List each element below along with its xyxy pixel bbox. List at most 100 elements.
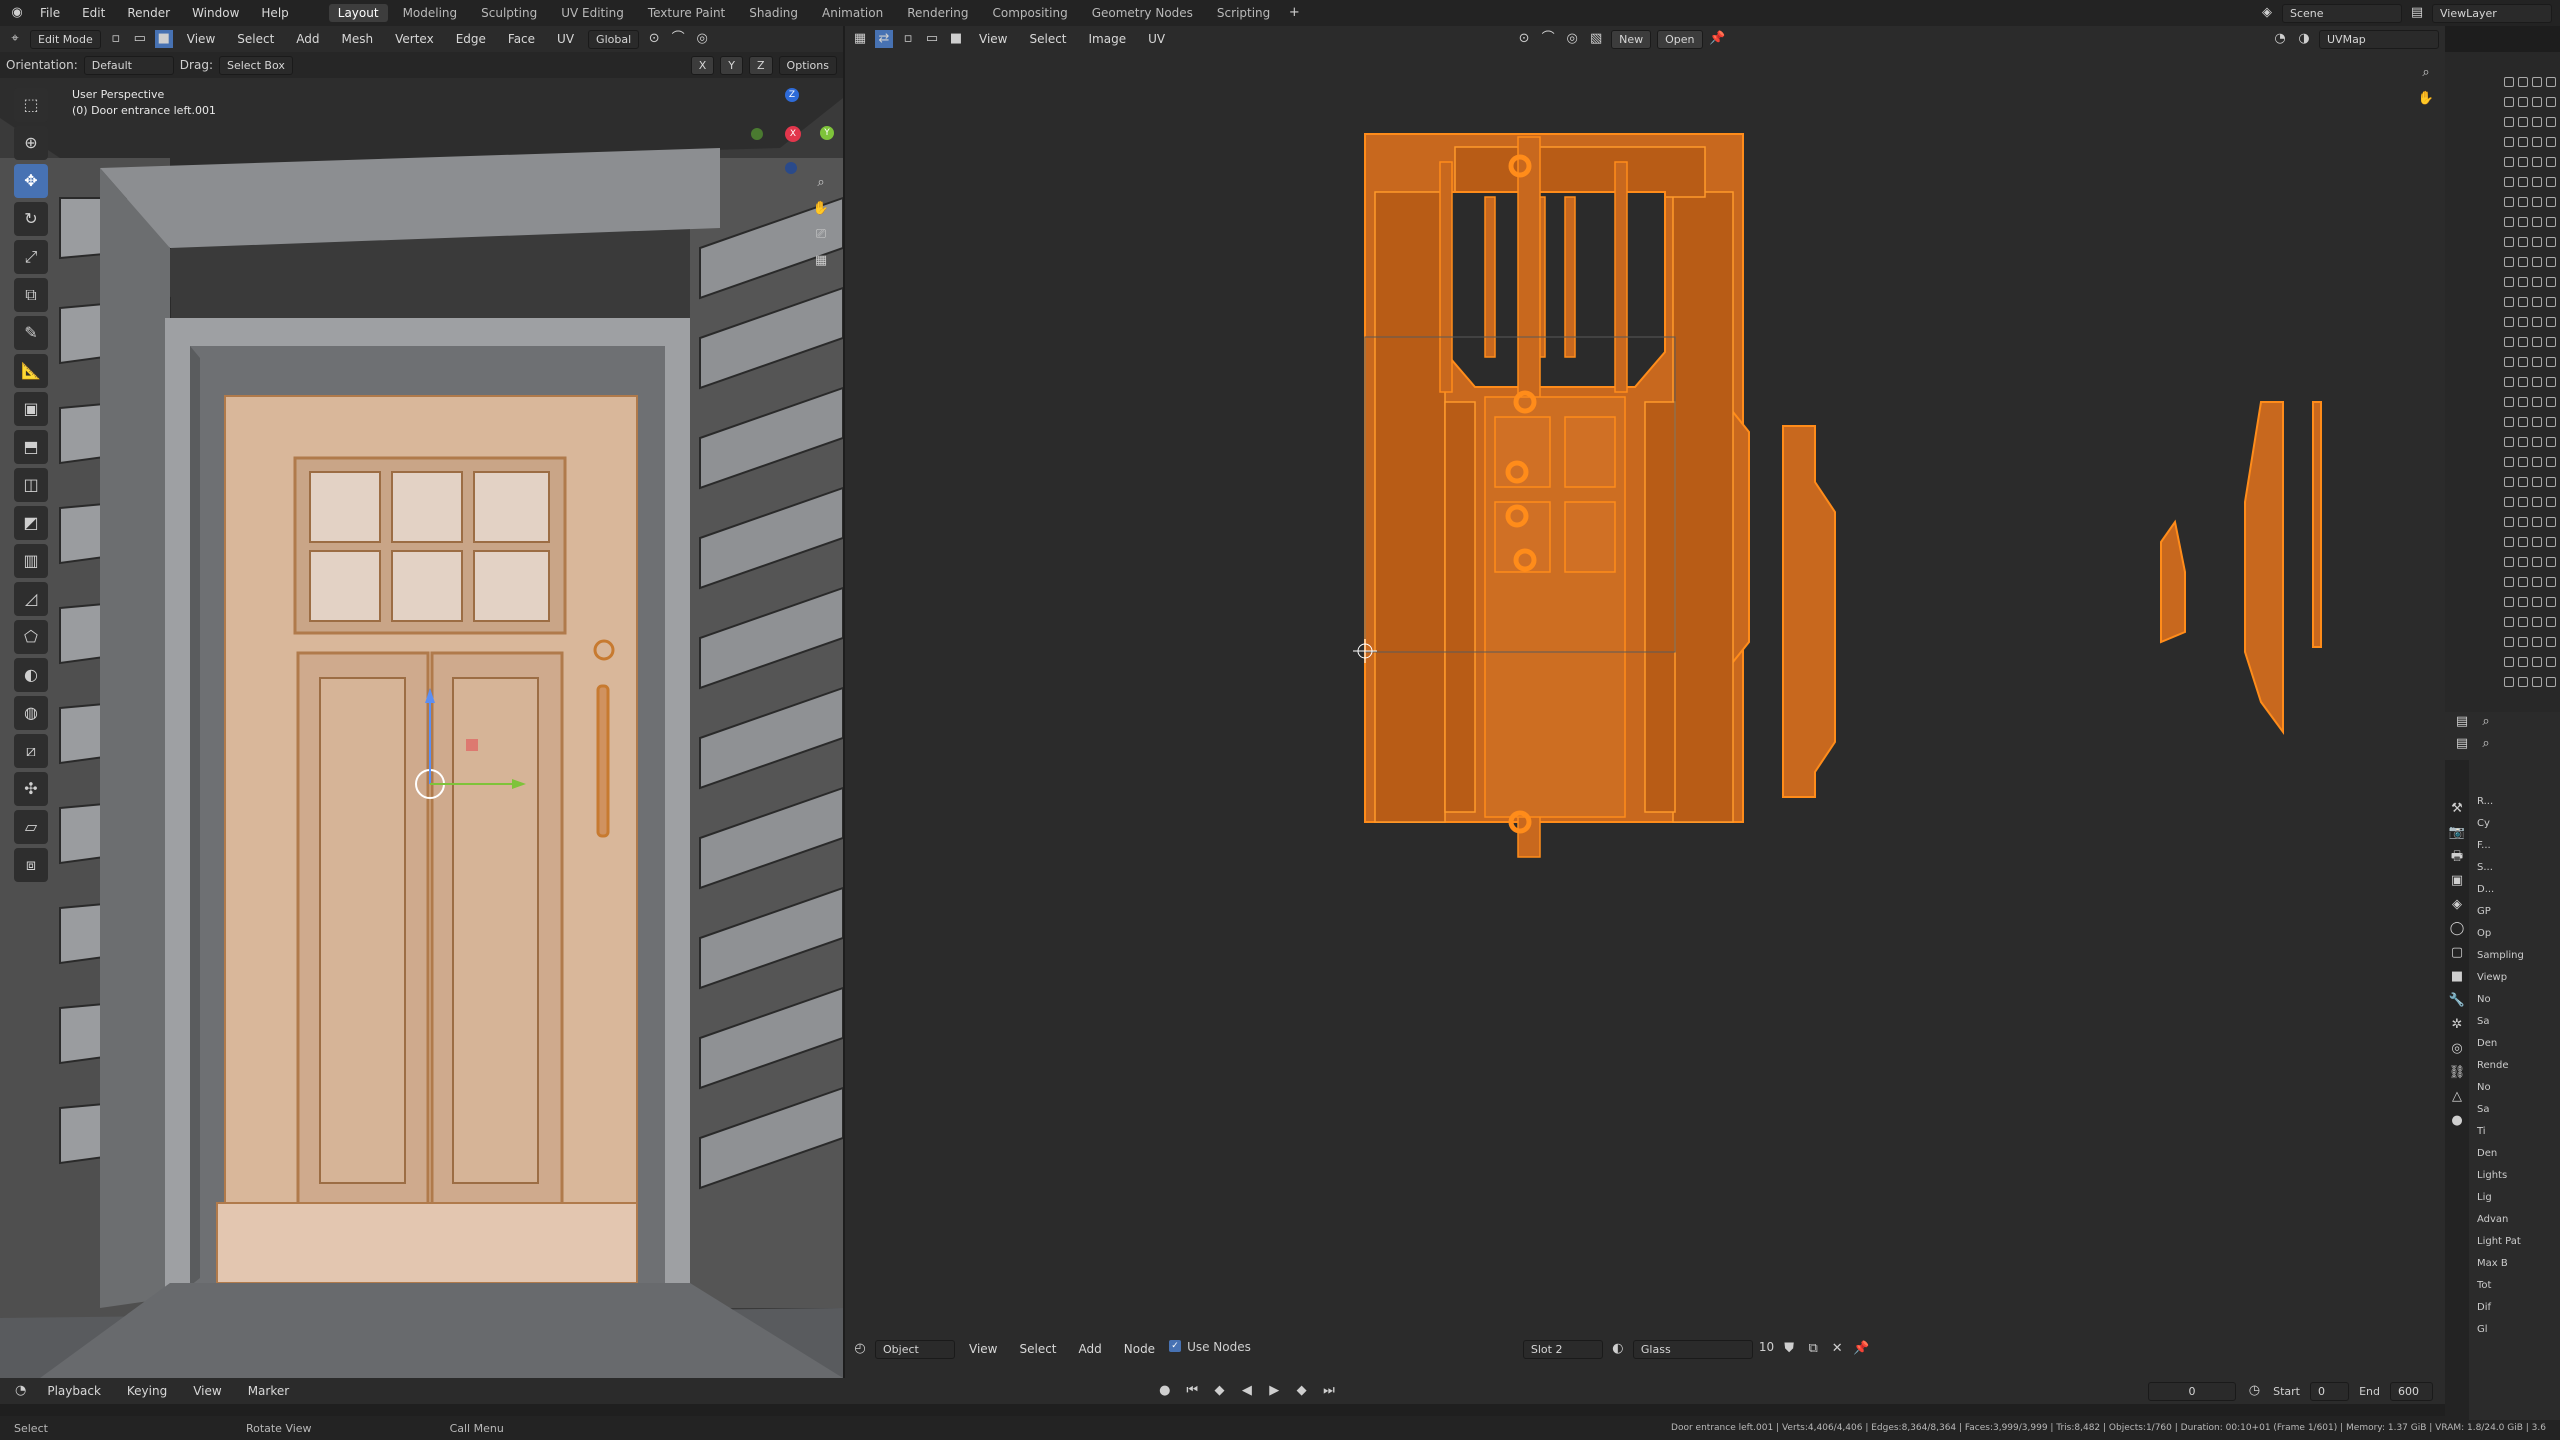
timeline-menu-view[interactable]: View	[185, 1382, 229, 1400]
checkbox-icon[interactable]	[2504, 397, 2514, 407]
checkbox-icon[interactable]	[2504, 177, 2514, 187]
particles-tab-icon[interactable]: ✲	[2448, 1016, 2466, 1034]
tab-layout[interactable]: Layout	[328, 4, 388, 22]
physics-tab-icon[interactable]: ◎	[2448, 1040, 2466, 1058]
checkbox-icon[interactable]	[2504, 277, 2514, 287]
select-arrow-icon[interactable]	[2518, 197, 2528, 207]
uv-pivot-icon[interactable]: ⊙	[1515, 30, 1533, 48]
outliner[interactable]	[2445, 52, 2560, 712]
outliner-row[interactable]	[2445, 432, 2560, 452]
checkbox-icon[interactable]	[2504, 357, 2514, 367]
camera-icon[interactable]	[2546, 477, 2556, 487]
property-row[interactable]: Tot	[2471, 1274, 2560, 1296]
scene-selector[interactable]: Scene	[2282, 3, 2402, 23]
properties-panel[interactable]: ⚒ 📷 🖶 ▣ ◈ ◯ ▢ ■ 🔧 ✲ ◎ ⛓ △ ● R... Cy F... S.…	[2445, 760, 2560, 1420]
property-row[interactable]: No	[2471, 1076, 2560, 1098]
select-arrow-icon[interactable]	[2518, 117, 2528, 127]
property-row[interactable]: Dif	[2471, 1296, 2560, 1318]
tab-animation[interactable]: Animation	[813, 4, 892, 22]
camera-icon[interactable]	[2546, 197, 2556, 207]
eye-icon[interactable]	[2532, 277, 2542, 287]
navigation-gizmo[interactable]: Z X Y	[745, 88, 835, 178]
collection-tab-icon[interactable]: ▢	[2448, 944, 2466, 962]
select-box-tool-icon[interactable]: ⬚	[14, 88, 48, 122]
viewport-menu-mesh[interactable]: Mesh	[334, 30, 382, 48]
select-arrow-icon[interactable]	[2518, 177, 2528, 187]
camera-icon[interactable]	[2546, 537, 2556, 547]
camera-icon[interactable]	[2546, 497, 2556, 507]
outliner-row[interactable]	[2445, 92, 2560, 112]
constraints-tab-icon[interactable]: ⛓	[2448, 1064, 2466, 1082]
material-name-field[interactable]: Glass	[1632, 1340, 1753, 1359]
checkbox-icon[interactable]	[2504, 577, 2514, 587]
select-arrow-icon[interactable]	[2518, 317, 2528, 327]
uv-menu-view[interactable]: View	[971, 30, 1015, 48]
checkbox-icon[interactable]	[2504, 497, 2514, 507]
outliner-row[interactable]	[2445, 412, 2560, 432]
tab-compositing[interactable]: Compositing	[983, 4, 1076, 22]
camera-icon[interactable]	[2546, 137, 2556, 147]
property-row[interactable]: Ti	[2471, 1120, 2560, 1142]
select-arrow-icon[interactable]	[2518, 517, 2528, 527]
record-icon[interactable]: ●	[1156, 1382, 1173, 1400]
checkbox-icon[interactable]	[2504, 377, 2514, 387]
eye-icon[interactable]	[2532, 657, 2542, 667]
camera-icon[interactable]	[2546, 97, 2556, 107]
property-row[interactable]: Lig	[2471, 1186, 2560, 1208]
pin-icon[interactable]: 📌	[1709, 30, 1727, 48]
checkbox-icon[interactable]	[2504, 117, 2514, 127]
camera-icon[interactable]	[2546, 217, 2556, 227]
checkbox-icon[interactable]	[2504, 317, 2514, 327]
view-layer-tab-icon[interactable]: ▣	[2448, 872, 2466, 890]
eye-icon[interactable]	[2532, 97, 2542, 107]
property-row[interactable]: D...	[2471, 878, 2560, 900]
unlink-material-icon[interactable]: ✕	[1828, 1340, 1846, 1358]
ortho-grid-icon[interactable]: ▦	[812, 252, 830, 270]
camera-icon[interactable]	[2546, 657, 2556, 667]
tab-uv-editing[interactable]: UV Editing	[552, 4, 633, 22]
select-arrow-icon[interactable]	[2518, 397, 2528, 407]
uv-menu-image[interactable]: Image	[1081, 30, 1135, 48]
gizmo-x-axis[interactable]: X	[785, 126, 801, 142]
viewport-menu-vertex[interactable]: Vertex	[387, 30, 442, 48]
mirror-x-toggle[interactable]: X	[690, 55, 715, 75]
outliner-row[interactable]	[2445, 172, 2560, 192]
select-arrow-icon[interactable]	[2518, 637, 2528, 647]
checkbox-icon[interactable]	[2504, 517, 2514, 527]
render-tab-icon[interactable]: 📷	[2448, 824, 2466, 842]
eye-icon[interactable]	[2532, 357, 2542, 367]
node-menu-node[interactable]: Node	[1116, 1340, 1163, 1358]
viewport-menu-add[interactable]: Add	[288, 30, 327, 48]
outliner-row[interactable]	[2445, 272, 2560, 292]
camera-icon[interactable]	[2546, 277, 2556, 287]
outliner-row[interactable]	[2445, 592, 2560, 612]
timeline-editor-icon[interactable]: ◔	[12, 1382, 29, 1400]
uv-overlay-icon[interactable]: ◔	[2271, 30, 2289, 48]
eye-icon[interactable]	[2532, 577, 2542, 587]
eye-icon[interactable]	[2532, 497, 2542, 507]
property-row[interactable]: Light Pat	[2471, 1230, 2560, 1252]
property-row[interactable]: Sa	[2471, 1098, 2560, 1120]
material-tab-icon[interactable]: ●	[2448, 1112, 2466, 1130]
tab-rendering[interactable]: Rendering	[898, 4, 977, 22]
gizmo-neg-z[interactable]	[785, 162, 797, 174]
eye-icon[interactable]	[2532, 217, 2542, 227]
camera-icon[interactable]	[2546, 437, 2556, 447]
select-arrow-icon[interactable]	[2518, 277, 2528, 287]
timeline-menu-keying[interactable]: Keying	[119, 1382, 175, 1400]
uv-editor-type-icon[interactable]: ▦	[851, 30, 869, 48]
property-row[interactable]: No	[2471, 988, 2560, 1010]
outliner-editor-icon[interactable]: ▤	[2453, 713, 2471, 731]
tab-geometry-nodes[interactable]: Geometry Nodes	[1083, 4, 1202, 22]
scene-tab-icon[interactable]: ◈	[2448, 896, 2466, 914]
world-tab-icon[interactable]: ◯	[2448, 920, 2466, 938]
checkbox-icon[interactable]	[2504, 337, 2514, 347]
select-arrow-icon[interactable]	[2518, 497, 2528, 507]
camera-icon[interactable]	[2546, 517, 2556, 527]
outliner-row[interactable]	[2445, 452, 2560, 472]
prev-keyframe-icon[interactable]: ◆	[1211, 1382, 1228, 1400]
eye-icon[interactable]	[2532, 237, 2542, 247]
camera-icon[interactable]	[2546, 677, 2556, 687]
cursor-tool-icon[interactable]: ⊕	[14, 126, 48, 160]
node-pin-icon[interactable]: 📌	[1852, 1340, 1870, 1358]
